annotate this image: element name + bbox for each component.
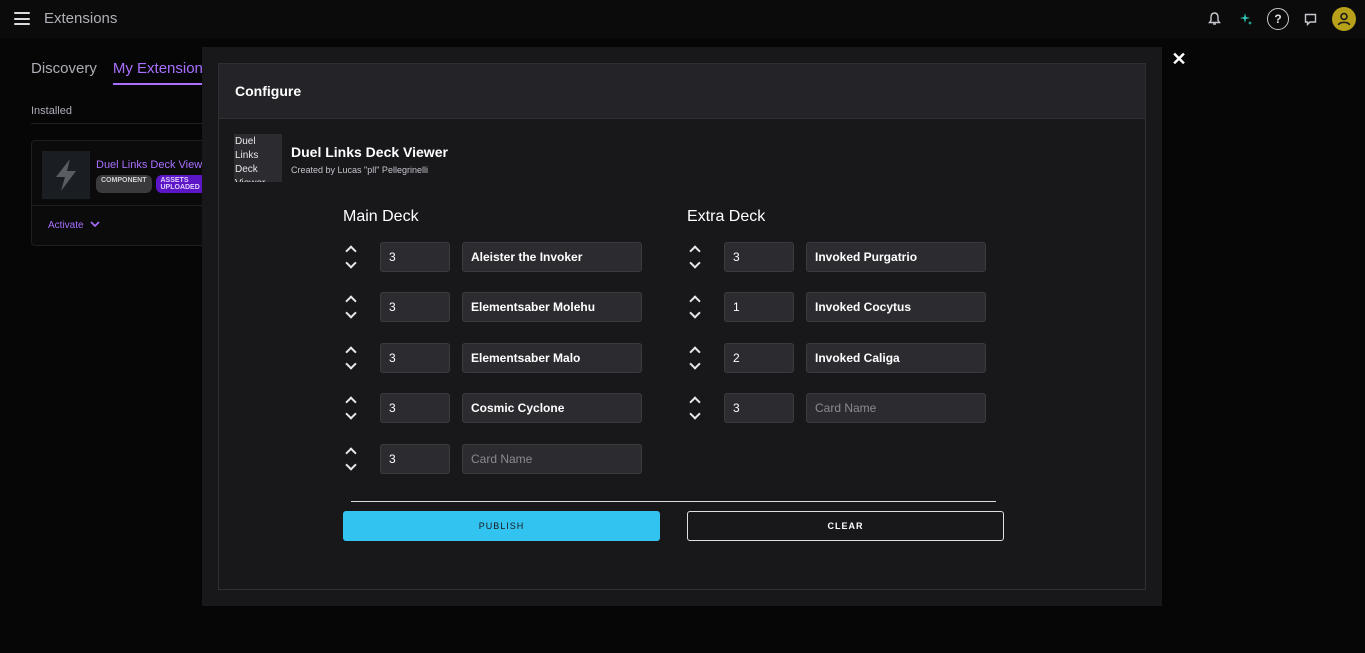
card-name-input[interactable] xyxy=(806,393,986,423)
tab-discovery[interactable]: Discovery xyxy=(31,60,97,85)
close-icon[interactable]: ✕ xyxy=(1170,50,1188,68)
card-name-input[interactable] xyxy=(806,242,986,272)
quantity-input[interactable] xyxy=(380,393,450,423)
lightning-icon xyxy=(56,159,76,191)
chevron-down-icon[interactable] xyxy=(689,257,701,269)
quantity-stepper[interactable] xyxy=(687,294,703,320)
quantity-stepper[interactable] xyxy=(343,446,359,472)
extension-thumbnail xyxy=(42,151,90,199)
chevron-up-icon[interactable] xyxy=(345,447,357,459)
chevron-up-icon[interactable] xyxy=(345,295,357,307)
chevron-up-icon[interactable] xyxy=(689,346,701,358)
quantity-input[interactable] xyxy=(380,343,450,373)
top-bar: Extensions ? xyxy=(0,0,1365,38)
chevron-down-icon[interactable] xyxy=(345,257,357,269)
card-name-input[interactable] xyxy=(462,343,642,373)
panel-title: Configure xyxy=(219,64,1145,119)
chevron-down-icon[interactable] xyxy=(689,307,701,319)
sparkle-icon[interactable] xyxy=(1230,6,1262,32)
chevron-up-icon[interactable] xyxy=(689,396,701,408)
extra-deck-title: Extra Deck xyxy=(687,208,766,225)
tab-my-extensions[interactable]: My Extensions xyxy=(112,60,211,85)
chevron-down-icon[interactable] xyxy=(689,358,701,370)
main-deck-title: Main Deck xyxy=(343,208,419,225)
card-name-input[interactable] xyxy=(462,292,642,322)
installed-heading: Installed xyxy=(31,105,72,117)
extension-image: Duel Links Deck Viewer xyxy=(234,134,282,182)
quantity-input[interactable] xyxy=(724,292,794,322)
chevron-up-icon[interactable] xyxy=(689,295,701,307)
chevron-up-icon[interactable] xyxy=(345,346,357,358)
divider xyxy=(351,501,996,502)
chevron-up-icon[interactable] xyxy=(345,245,357,257)
publish-button[interactable]: PUBLISH xyxy=(343,511,660,541)
extension-author: Created by Lucas "pll" Pellegrinelli xyxy=(291,165,428,175)
chevron-down-icon[interactable] xyxy=(689,408,701,420)
activate-label: Activate xyxy=(48,220,84,231)
quantity-stepper[interactable] xyxy=(687,345,703,371)
user-icon xyxy=(1337,12,1351,26)
clear-button[interactable]: CLEAR xyxy=(687,511,1004,541)
quantity-input[interactable] xyxy=(724,393,794,423)
activate-button[interactable]: Activate xyxy=(48,220,100,231)
quantity-input[interactable] xyxy=(724,343,794,373)
quantity-input[interactable] xyxy=(380,292,450,322)
chevron-up-icon[interactable] xyxy=(689,245,701,257)
page-tabs: Discovery My Extensions xyxy=(31,60,211,85)
help-icon[interactable]: ? xyxy=(1262,6,1294,32)
chevron-down-icon[interactable] xyxy=(345,307,357,319)
card-name-input[interactable] xyxy=(462,444,642,474)
chevron-down-icon[interactable] xyxy=(345,459,357,471)
top-icons: ? xyxy=(1198,6,1356,32)
card-name-input[interactable] xyxy=(806,343,986,373)
card-name-input[interactable] xyxy=(462,242,642,272)
extension-title: Duel Links Deck Viewer xyxy=(291,144,448,160)
card-name-input[interactable] xyxy=(806,292,986,322)
quantity-input[interactable] xyxy=(724,242,794,272)
quantity-stepper[interactable] xyxy=(687,244,703,270)
component-badge: COMPONENT xyxy=(96,175,152,193)
chevron-down-icon[interactable] xyxy=(345,358,357,370)
extension-card: Duel Links Deck Viewer COMPONENT ASSETS … xyxy=(31,140,231,246)
divider xyxy=(31,123,211,124)
quantity-stepper[interactable] xyxy=(343,345,359,371)
card-name-input[interactable] xyxy=(462,393,642,423)
quantity-input[interactable] xyxy=(380,242,450,272)
quantity-stepper[interactable] xyxy=(687,395,703,421)
menu-icon[interactable] xyxy=(14,12,30,25)
quantity-stepper[interactable] xyxy=(343,395,359,421)
app-title: Extensions xyxy=(44,10,118,27)
extension-name-link[interactable]: Duel Links Deck Viewer xyxy=(96,159,212,171)
quantity-stepper[interactable] xyxy=(343,294,359,320)
chat-icon[interactable] xyxy=(1294,6,1326,32)
quantity-stepper[interactable] xyxy=(343,244,359,270)
quantity-input[interactable] xyxy=(380,444,450,474)
chevron-down-icon[interactable] xyxy=(345,408,357,420)
divider xyxy=(32,205,230,206)
bell-icon[interactable] xyxy=(1198,6,1230,32)
chevron-down-icon xyxy=(90,221,100,228)
avatar[interactable] xyxy=(1332,7,1356,31)
chevron-up-icon[interactable] xyxy=(345,396,357,408)
